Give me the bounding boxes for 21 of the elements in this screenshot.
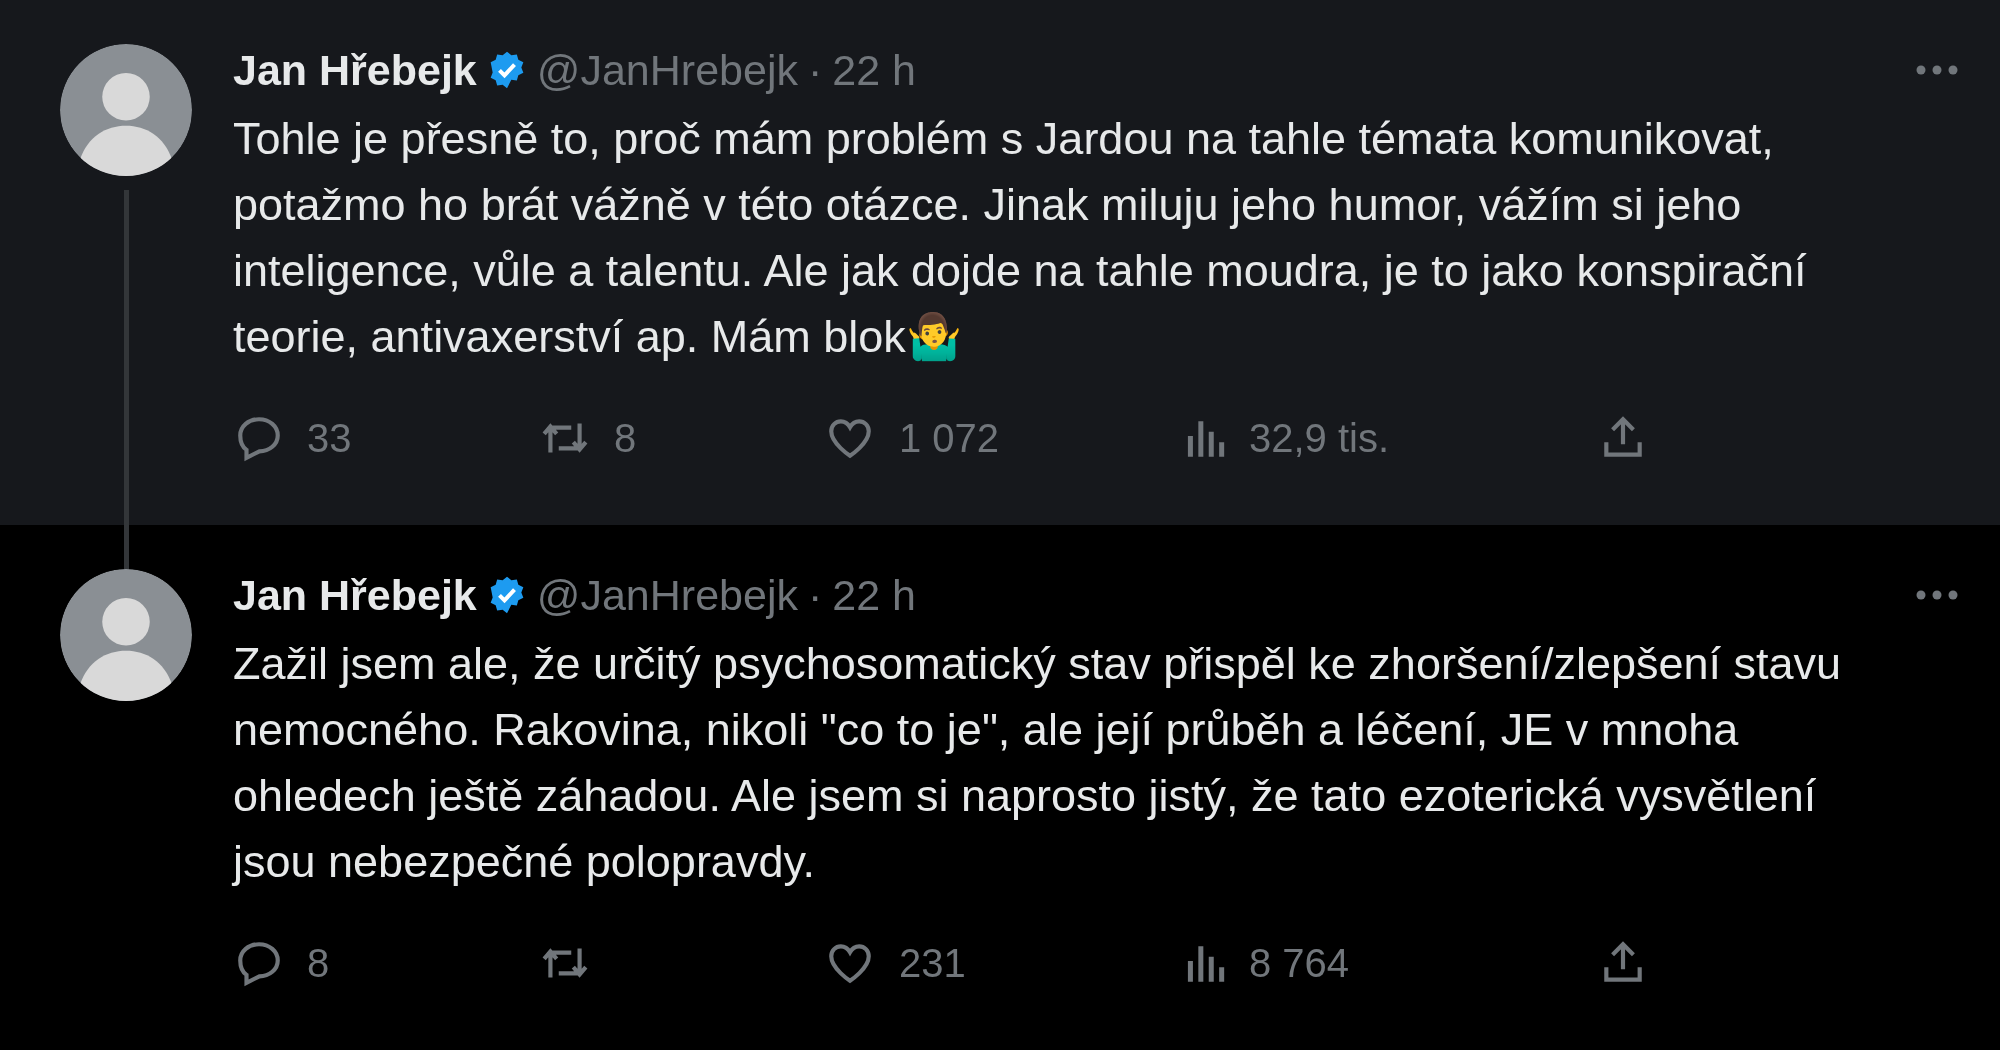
author-handle[interactable]: @JanHrebejk xyxy=(536,44,798,96)
avatar[interactable] xyxy=(60,569,192,701)
author-handle[interactable]: @JanHrebejk xyxy=(536,569,798,621)
avatar[interactable] xyxy=(60,44,192,176)
author-name[interactable]: Jan Hřebejk xyxy=(233,569,477,621)
separator: · xyxy=(807,45,823,96)
separator: · xyxy=(807,570,823,621)
reply-button[interactable]: 33 xyxy=(233,408,538,468)
like-button[interactable]: 1 072 xyxy=(823,408,1183,468)
more-icon[interactable] xyxy=(1914,588,1960,602)
more-icon[interactable] xyxy=(1914,63,1960,77)
tweet-text: Tohle je přesně to, proč mám problém s Jardou na tahle témata komunikovat, potažmo ho brát vážně v této otázce. Jinak miluju jeho humor, vážím si jeho inteligence, vůle a talentu. Ale jak dojde na tahle moudra, je to jako konspirační teorie, antivaxerství ap. Mám blok🤷‍♂ xyxy=(233,112,1808,364)
like-button[interactable]: 231 xyxy=(823,933,1183,993)
repost-button[interactable]: 8 xyxy=(538,408,823,468)
views-button[interactable]: 32,9 tis. xyxy=(1183,408,1598,468)
tweet-text: Zažil jsem ale, že určitý psychosomatický stav přispěl ke zhoršení/zlepšení stavu nemocného. Rakovina, nikoli "co to je", ale její průběh a léčení, JE v mnoha ohledech ještě záhadou. Ale jsem si naprosto jistý, že tato ezoterická vysvětlení jsou nebezpečné polopravdy. xyxy=(233,637,1843,889)
timestamp[interactable]: 22 h xyxy=(832,569,916,621)
views-button[interactable]: 8 764 xyxy=(1183,933,1598,993)
reply-button[interactable]: 8 xyxy=(233,933,538,993)
timestamp[interactable]: 22 h xyxy=(832,44,916,96)
author-name[interactable]: Jan Hřebejk xyxy=(233,44,477,96)
